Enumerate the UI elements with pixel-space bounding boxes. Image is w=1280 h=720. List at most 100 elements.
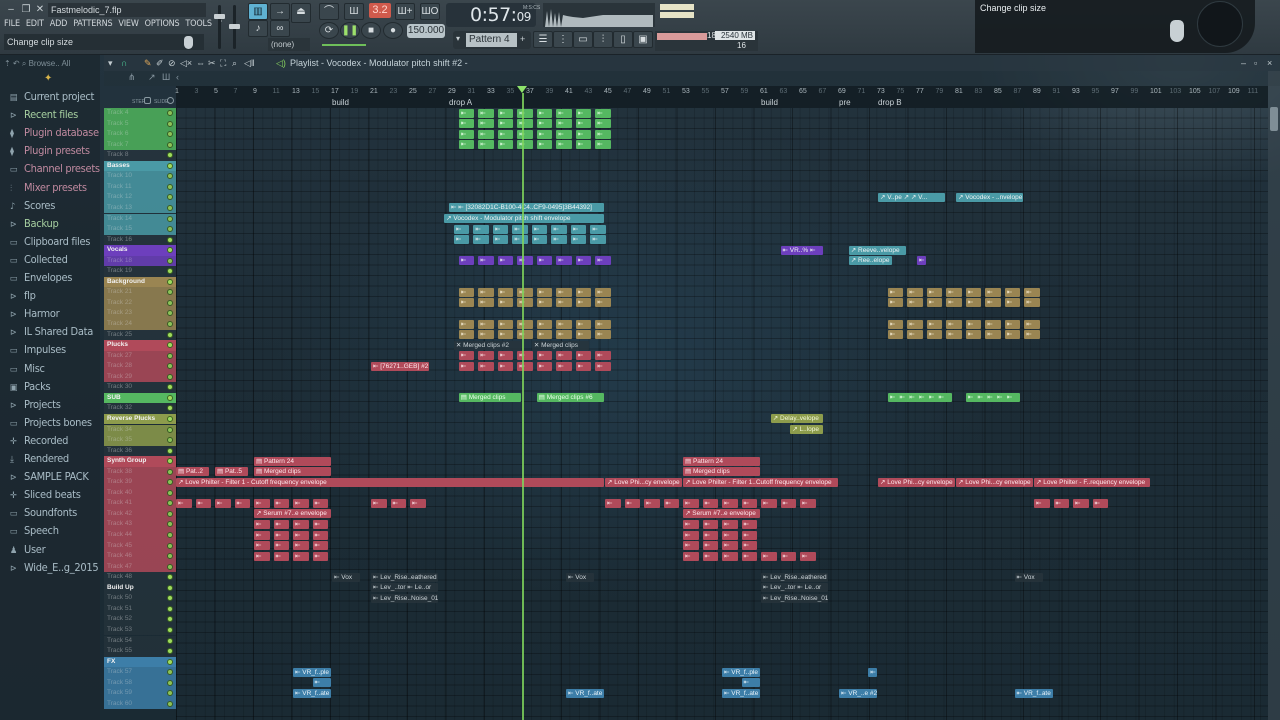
pattern-clip[interactable]: ⇤ [517, 119, 533, 129]
track-mute-led[interactable] [167, 215, 173, 222]
pattern-clip[interactable]: ⇤ [595, 119, 611, 129]
track-mute-led[interactable] [167, 247, 173, 254]
pattern-clip[interactable]: ⇤ [780, 551, 797, 561]
pattern-clip[interactable]: ⇤ [517, 298, 533, 308]
pattern-clip[interactable]: ⇤ [887, 319, 904, 329]
browser-item-scores[interactable]: ♪ Scores [10, 198, 55, 214]
pattern-clip[interactable]: ⇤ [590, 235, 606, 245]
pattern-clip[interactable]: ⇤ [312, 541, 329, 551]
pattern-clip[interactable]: ⇤ [741, 519, 758, 529]
pattern-clip[interactable]: ⇤ [595, 351, 611, 361]
track-header-item[interactable]: Track 55 [104, 646, 176, 657]
paint-tool-icon[interactable]: ✐ [156, 55, 164, 71]
pattern-clip[interactable]: ⇤ [575, 298, 592, 308]
playlist-clip[interactable]: ⇤ Lev_Rise..eathered [761, 572, 829, 582]
track-header-item[interactable]: Track 48 [104, 572, 176, 583]
track-mute-led[interactable] [167, 352, 173, 359]
pattern-clip[interactable]: ⇤ [497, 361, 514, 371]
pattern-clip[interactable]: ⇤ [1073, 498, 1089, 508]
pattern-clip[interactable]: ⇤ [492, 224, 509, 234]
pattern-clip[interactable]: ⇤ [722, 530, 738, 540]
browser-item-sliced-beats[interactable]: ✛ Sliced beats [10, 487, 81, 503]
playhead-marker-icon[interactable] [517, 86, 528, 93]
browser-item-wide-e-g-2015[interactable]: ⊳ Wide_E..g_2015 [10, 560, 99, 576]
pattern-clip[interactable]: ⇤ [536, 256, 553, 266]
pattern-clip[interactable]: ⇤ [985, 298, 1001, 308]
pattern-clip[interactable]: ⇤ [1004, 330, 1021, 340]
pattern-clip[interactable]: ⇤ [887, 298, 904, 308]
pattern-clip[interactable]: ⇤ [497, 119, 514, 129]
pattern-clip[interactable]: ⇤ [605, 498, 621, 508]
pattern-clip[interactable]: ⇤ [556, 129, 572, 139]
pattern-clip[interactable]: ⇤ [761, 551, 777, 561]
pattern-clip[interactable]: ⇤ [575, 119, 592, 129]
pattern-clip[interactable]: ⇤ [512, 224, 528, 234]
playlist-minimize-icon[interactable]: – [1241, 55, 1246, 71]
pattern-clip[interactable]: ⇤ [575, 319, 592, 329]
step-edit-button[interactable]: → [270, 3, 290, 20]
track-header-item[interactable]: Track 18 [104, 255, 176, 267]
pattern-clip[interactable]: ⇤ [1004, 287, 1021, 297]
playlist-clip[interactable]: ✕ Merged clips #2 [453, 340, 522, 350]
track-header-item[interactable]: Track 5 [104, 118, 176, 130]
track-header-item[interactable]: Track 58 [104, 677, 176, 689]
track-mute-led[interactable] [167, 415, 173, 422]
master-volume-slider[interactable] [218, 5, 221, 49]
browser-item-harmor[interactable]: ⊳ Harmor [10, 306, 60, 322]
pattern-clip[interactable]: ⇤ [273, 498, 290, 508]
pattern-clip[interactable]: ⇤ [458, 256, 475, 266]
pattern-clip[interactable]: ⇤ [595, 129, 611, 139]
pattern-clip[interactable]: ⇤ [595, 330, 611, 340]
track-header-item[interactable]: Track 39 [104, 477, 176, 488]
pattern-clip[interactable]: ⇤ [473, 224, 489, 234]
pattern-clip[interactable]: ⇤ [458, 361, 475, 371]
track-mute-led[interactable] [167, 289, 173, 296]
track-mute-led[interactable] [167, 426, 173, 433]
playlist-clip[interactable]: ⇤ Vox [332, 572, 361, 582]
playlist-clip[interactable]: ⇤ VR_f..ate [293, 688, 331, 698]
track-mute-led[interactable] [167, 183, 173, 190]
pause-button[interactable]: ❚❚ [340, 22, 360, 39]
track-header-item[interactable]: Track 50 [104, 593, 176, 604]
pattern-clip[interactable]: ⇤ [312, 551, 329, 561]
track-header-item[interactable]: Track 11 [104, 181, 176, 193]
playlist-clip[interactable]: ↗ L..lope [790, 425, 824, 434]
close-icon[interactable]: ✕ [33, 3, 47, 16]
browser-filter[interactable]: Browse.. All [29, 59, 71, 68]
track-header-item[interactable]: Track 40 [104, 487, 176, 499]
track-header-item[interactable]: Track 54 [104, 635, 176, 646]
playlist-clip[interactable]: ▤ Pattern 24 [683, 456, 760, 466]
playlist-clip[interactable]: ⇤ VR_..e #2 [839, 688, 877, 698]
browser-item-channel-presets[interactable]: ▭ Channel presets [10, 161, 100, 177]
track-header-item[interactable]: Track 60 [104, 698, 176, 710]
slip-tool-icon[interactable]: ⇔ [196, 55, 205, 71]
zoom-tool-icon[interactable]: ⌕ [232, 55, 237, 71]
pattern-clip[interactable]: ⇤ [556, 256, 572, 266]
track-mute-led[interactable] [167, 584, 173, 591]
browser-item-collected[interactable]: ▭ Collected [10, 252, 68, 268]
pattern-clip[interactable]: ⇤ [478, 351, 494, 361]
pattern-picker-icon[interactable]: ⋔ [128, 72, 136, 83]
pattern-clip[interactable]: ⇤ [741, 530, 758, 540]
track-mute-led[interactable] [167, 637, 173, 644]
pattern-clip[interactable]: ⇤ [458, 129, 475, 139]
timeline-marker[interactable]: drop B [878, 98, 902, 107]
pattern-clip[interactable]: ⇤ [273, 519, 290, 529]
track-header-item[interactable]: Track 45 [104, 540, 176, 552]
pattern-clip[interactable]: ⇤ [293, 530, 309, 540]
pattern-clip[interactable]: ⇤ [517, 108, 533, 118]
pattern-clip[interactable]: ⇤ [536, 361, 553, 371]
minimize-icon[interactable]: – [4, 3, 18, 16]
step-toggle[interactable] [144, 97, 151, 104]
track-mute-led[interactable] [167, 141, 173, 148]
playlist-clip[interactable]: ⇤ Lev_Rise..Noise_01 [761, 593, 829, 603]
track-header-item[interactable]: Track 53 [104, 624, 176, 636]
pattern-clip[interactable]: ⇤ [575, 129, 592, 139]
track-mute-led[interactable] [167, 394, 173, 401]
track-header-item[interactable]: Track 47 [104, 561, 176, 573]
pattern-clip[interactable]: ⇤ [575, 108, 592, 118]
pattern-clip[interactable]: ⇤ [946, 319, 962, 329]
pattern-clip[interactable]: ⇤ [497, 140, 514, 150]
pattern-clip[interactable]: ⇤ [595, 256, 611, 266]
playlist-clip[interactable]: ⇤ [76271..GEB] #2 [371, 361, 429, 371]
